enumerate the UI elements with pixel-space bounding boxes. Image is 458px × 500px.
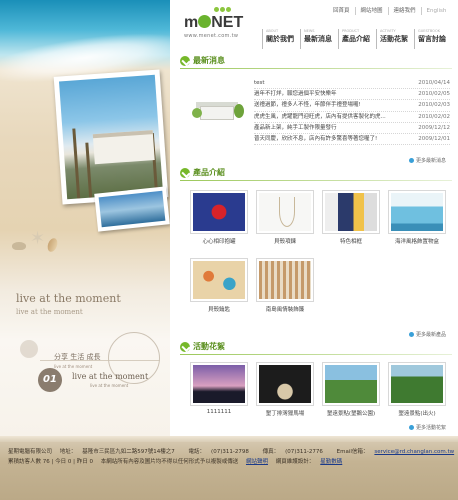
nav-news[interactable]: News 最新消息 [300, 29, 338, 49]
activity-heading: 活動花絮 [180, 341, 225, 352]
footer-info: 累積訪客人數 76 | 今日 0 | 昨日 0 本網站所有內容及圖片均不得以任何… [8, 459, 343, 465]
link-contact[interactable]: 連絡我們 [387, 7, 421, 15]
slogan-2: live at the moment [72, 372, 149, 381]
product-card[interactable]: 貝殼項鍊 [252, 190, 318, 245]
activity-card[interactable]: 墾遠景點(墾鵝公園) [318, 362, 384, 417]
product-grid-row-2: 貝殼鑰匙 南島風情裝飾簾 [186, 258, 318, 313]
decor-circle [20, 340, 38, 358]
divider [180, 354, 452, 355]
arrow-icon [409, 425, 414, 430]
main-nav: About 關於我們 News 最新消息 Product 產品介紹 Activity 活… [262, 29, 452, 49]
news-thumbnail [190, 94, 246, 134]
cone-shell-icon [45, 236, 60, 254]
news-item[interactable]: 虎虎生風，虎躍龍門迎旺虎，店內有提供客製化的虎... 2010/02/02 [254, 112, 450, 123]
number-badge: 01 [38, 368, 62, 392]
check-bullet-icon [180, 167, 190, 178]
news-item[interactable]: test 2010/04/14 [254, 78, 450, 90]
more-activities-link[interactable]: 更多活動花絮 [409, 424, 446, 431]
nav-about[interactable]: About 關於我們 [262, 29, 300, 49]
logo-dots-icon [214, 7, 232, 14]
news-item[interactable]: 送禮過節，禮多人不怪，年節伴手禮登場囉! 2010/02/03 [254, 100, 450, 112]
product-grid-row-1: 心心相印抱罐 貝殼項鍊 特色相框 海洋風格飾置物盒 [186, 190, 450, 245]
sea-photo [94, 186, 170, 232]
more-products-link[interactable]: 更多最新產品 [409, 331, 446, 338]
link-sitemap[interactable]: 網站地圖 [354, 7, 388, 15]
arrow-icon [409, 158, 414, 163]
slogan-2-sub: live at the moment [90, 383, 129, 388]
product-card[interactable]: 南島風情裝飾簾 [252, 258, 318, 313]
activity-card[interactable]: 1111111 [186, 362, 252, 417]
designer-link[interactable]: 星勤數碼 [320, 459, 342, 465]
product-card[interactable]: 貝殼鑰匙 [186, 258, 252, 313]
product-card[interactable]: 心心相印抱罐 [186, 190, 252, 245]
resort-photo [53, 69, 169, 205]
privacy-link[interactable]: 網站聲明 [246, 459, 268, 465]
link-english[interactable]: English [420, 7, 452, 15]
shell-icon [12, 242, 26, 250]
news-heading: 最新消息 [180, 55, 225, 66]
nav-products[interactable]: Product 產品介紹 [338, 29, 376, 49]
news-item[interactable]: 過年不打烊，願您過個平安快樂年 2010/02/05 [254, 89, 450, 101]
arrow-icon [409, 332, 414, 337]
slogan-small: live at the moment [16, 308, 83, 316]
check-bullet-icon [180, 341, 190, 352]
email-link[interactable]: service@rd.changlan.com.tw [374, 449, 454, 455]
link-home[interactable]: 回首頁 [328, 7, 355, 15]
slogan: live at the moment [16, 292, 121, 305]
news-list: test 2010/04/14 過年不打烊，願您過個平安快樂年 2010/02/05… [254, 78, 450, 146]
beach-banner: ✶ live at the moment live at the moment … [0, 0, 170, 500]
logo-circle-icon [198, 15, 212, 28]
divider [180, 68, 452, 69]
logo-url: www.menet.com.tw [184, 33, 239, 39]
more-news-link[interactable]: 更多最新消息 [409, 157, 446, 164]
products-heading: 產品介紹 [180, 167, 225, 178]
check-bullet-icon [180, 55, 190, 66]
news-item[interactable]: 產品新上架，純手工製作限量發行 2009/12/12 [254, 123, 450, 134]
activity-grid: 1111111 墾丁排灣獵馬場 墾遠景點(墾鵝公園) 墾遠景點(出火) [186, 362, 450, 417]
divider [180, 180, 452, 181]
visitor-counter: 累積訪客人數 76 | 今日 0 | 昨日 0 [8, 459, 93, 465]
product-card[interactable]: 特色相框 [318, 190, 384, 245]
nav-guestbook[interactable]: Guestbook 留言討論 [414, 29, 452, 49]
product-card[interactable]: 海洋風格飾置物盒 [384, 190, 450, 245]
copyright: 本網站所有內容及圖片均不得以任何形式予以複製或傳送 [100, 459, 239, 465]
footer: 星期電腦有限公司 地址： 基隆市三民區九如二路597號14樓之7 電話： (07)3… [0, 436, 458, 500]
nav-activity[interactable]: Activity 活動花絮 [376, 29, 414, 49]
footer-contact: 星期電腦有限公司 地址： 基隆市三民區九如二路597號14樓之7 電話： (07)3… [8, 449, 455, 455]
utility-links: 回首頁 網站地圖 連絡我們 English [328, 7, 451, 15]
activity-card[interactable]: 墾遠景點(出火) [384, 362, 450, 417]
starfish-icon: ✶ [30, 228, 46, 249]
logo[interactable]: m NET www.menet.com.tw [184, 7, 243, 39]
activity-card[interactable]: 墾丁排灣獵馬場 [252, 362, 318, 417]
news-item[interactable]: 普天同慶，欣欣不息，店內有許多驚喜等著您喔了! 2009/12/01 [254, 134, 450, 146]
tagline: 分享 生活 成長 live at the moment [54, 353, 101, 369]
